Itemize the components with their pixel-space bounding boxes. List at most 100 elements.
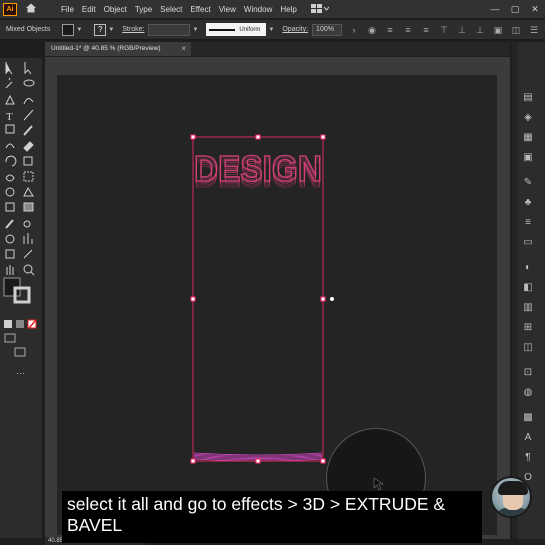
- paintbrush-icon[interactable]: [23, 125, 33, 136]
- handle-top-right[interactable]: [320, 134, 326, 140]
- direct-selection-tool-icon[interactable]: [24, 62, 32, 75]
- close-button[interactable]: ✕: [525, 4, 545, 15]
- chevron-right-icon[interactable]: ›: [348, 24, 360, 36]
- draw-mode-icon[interactable]: [4, 333, 16, 343]
- chevron-down-icon[interactable]: ▼: [268, 27, 274, 33]
- stroke-weight-field[interactable]: [148, 23, 191, 36]
- variable-width-profile-select[interactable]: Uniform: [206, 23, 267, 36]
- graphic-styles-icon[interactable]: ▥: [522, 302, 534, 314]
- character-icon[interactable]: A: [522, 432, 534, 444]
- handle-top-center[interactable]: [255, 134, 261, 140]
- chevron-down-icon[interactable]: ▼: [108, 27, 114, 33]
- menu-window[interactable]: Window: [240, 5, 276, 14]
- align-top-icon[interactable]: ⊤: [438, 24, 450, 36]
- menu-effect[interactable]: Effect: [186, 5, 214, 14]
- menu-view[interactable]: View: [215, 5, 240, 14]
- handle-middle-left[interactable]: [190, 296, 196, 302]
- scale-icon[interactable]: [23, 156, 33, 166]
- chevron-down-icon[interactable]: ▼: [76, 27, 82, 33]
- mesh-icon[interactable]: [5, 202, 15, 212]
- rectangle-tool-icon[interactable]: [5, 124, 15, 134]
- width-icon[interactable]: [5, 174, 15, 182]
- menu-icon[interactable]: ☰: [528, 24, 540, 36]
- menu-edit[interactable]: Edit: [78, 5, 100, 14]
- canvas-area[interactable]: DESIGN DESIGN DESIGN DESIGN: [45, 57, 510, 539]
- symbol-sprayer-icon[interactable]: [5, 234, 15, 244]
- line-tool-icon[interactable]: [23, 109, 34, 121]
- menu-object[interactable]: Object: [100, 5, 131, 14]
- free-transform-icon[interactable]: [23, 171, 34, 182]
- recolor-artwork-icon[interactable]: ◉: [366, 24, 378, 36]
- opacity-field[interactable]: 100%: [312, 23, 343, 36]
- color-guide-icon[interactable]: ▩: [522, 412, 534, 424]
- pen-tool-icon[interactable]: [5, 94, 15, 105]
- menu-type[interactable]: Type: [131, 5, 156, 14]
- artboard[interactable]: DESIGN DESIGN DESIGN DESIGN: [57, 75, 497, 535]
- stroke-icon[interactable]: ≡: [522, 217, 534, 229]
- symbols-icon[interactable]: ♣: [522, 197, 534, 209]
- lasso-icon[interactable]: [23, 79, 35, 87]
- graph-icon[interactable]: [23, 233, 33, 244]
- stroke-label[interactable]: Stroke:: [122, 26, 144, 33]
- color-icon[interactable]: ◍: [522, 387, 534, 399]
- handle-bottom-center[interactable]: [255, 458, 261, 464]
- libraries-icon[interactable]: ▦: [522, 132, 534, 144]
- artboard-tool-icon[interactable]: [5, 249, 15, 259]
- handle-bottom-left[interactable]: [190, 458, 196, 464]
- swatches-icon[interactable]: ▣: [522, 152, 534, 164]
- rotate-icon[interactable]: [5, 155, 17, 167]
- center-point[interactable]: [330, 297, 334, 301]
- blend-icon[interactable]: [23, 220, 31, 228]
- menu-file[interactable]: File: [57, 5, 78, 14]
- more-tools-icon[interactable]: ···: [16, 368, 25, 378]
- appearance-icon[interactable]: ◧: [522, 282, 534, 294]
- chevron-down-icon[interactable]: ▼: [192, 27, 198, 33]
- transform-panel-icon[interactable]: ⊡: [522, 367, 534, 379]
- eraser-icon[interactable]: [23, 141, 34, 152]
- transform-icon[interactable]: ▣: [492, 24, 504, 36]
- magic-wand-icon[interactable]: [5, 77, 13, 89]
- align-center-icon[interactable]: ≡: [402, 24, 414, 36]
- shape-builder-icon[interactable]: [5, 187, 15, 197]
- align-left-icon[interactable]: ≡: [384, 24, 396, 36]
- paragraph-icon[interactable]: ¶: [522, 452, 534, 464]
- zoom-tool-icon[interactable]: [23, 264, 33, 274]
- align-bottom-icon[interactable]: ⊥: [474, 24, 486, 36]
- handle-bottom-right[interactable]: [320, 458, 326, 464]
- fill-color-swatch[interactable]: [62, 23, 75, 36]
- gradient-panel-icon[interactable]: ▭: [522, 237, 534, 249]
- align-right-icon[interactable]: ≡: [420, 24, 432, 36]
- document-tab[interactable]: Untitled-1* @ 40.85 % (RGB/Preview) ×: [45, 42, 191, 56]
- pathfinder-icon[interactable]: ◫: [522, 342, 534, 354]
- eyedropper-icon[interactable]: [5, 219, 14, 229]
- opacity-label[interactable]: Opacity:: [282, 26, 308, 33]
- align-icon[interactable]: ⊞: [522, 322, 534, 334]
- menu-select[interactable]: Select: [156, 5, 186, 14]
- zoom-level[interactable]: 40.85: [48, 538, 63, 544]
- layers-icon[interactable]: ◈: [522, 112, 534, 124]
- slice-icon[interactable]: [23, 249, 33, 259]
- curvature-icon[interactable]: [23, 98, 34, 105]
- hand-tool-icon[interactable]: [6, 265, 14, 275]
- handle-middle-right[interactable]: [320, 296, 326, 302]
- maximize-button[interactable]: ▢: [505, 4, 525, 15]
- workspace-layout-icon[interactable]: [310, 4, 329, 14]
- isolate-icon[interactable]: ◫: [510, 24, 522, 36]
- menu-help[interactable]: Help: [276, 5, 300, 14]
- close-tab-icon[interactable]: ×: [181, 42, 186, 56]
- shaper-icon[interactable]: [5, 143, 15, 149]
- gradient-icon[interactable]: [23, 202, 34, 212]
- transparency-icon[interactable]: ◐: [522, 262, 534, 274]
- properties-icon[interactable]: ▤: [522, 92, 534, 104]
- vertical-scrollbar[interactable]: [512, 42, 518, 539]
- handle-top-left[interactable]: [190, 134, 196, 140]
- design-artwork[interactable]: DESIGNDESIGNDESIGNDESIGN: [57, 75, 497, 535]
- selection-tool-icon[interactable]: [5, 62, 13, 75]
- gradient-mode-icon[interactable]: [16, 320, 24, 328]
- stroke-color-swatch[interactable]: ?: [94, 23, 107, 36]
- screen-mode-icon[interactable]: [14, 347, 26, 357]
- minimize-button[interactable]: —: [485, 4, 505, 14]
- color-mode-icon[interactable]: [4, 320, 12, 328]
- home-icon[interactable]: [25, 2, 39, 16]
- type-tool-icon[interactable]: T: [6, 111, 13, 123]
